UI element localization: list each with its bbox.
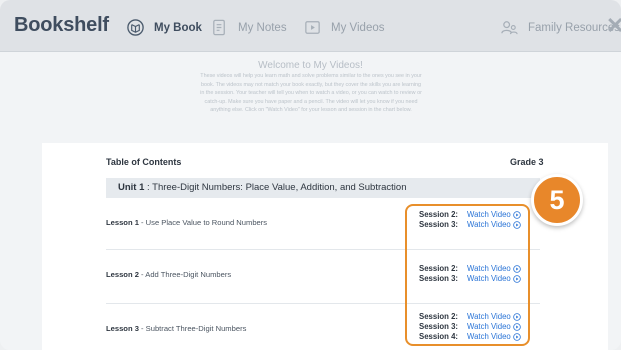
lesson-label: Lesson 3 bbox=[106, 324, 139, 333]
nav-my-videos[interactable]: My Videos bbox=[303, 18, 384, 37]
app-window: Bookshelf My Book My Notes My Videos Fam… bbox=[0, 0, 621, 350]
intro-text: These videos will help you learn math an… bbox=[200, 73, 422, 114]
nav-family-resources[interactable]: Family Resources bbox=[500, 18, 620, 37]
unit-label: Unit 1 bbox=[118, 182, 145, 193]
notes-icon bbox=[210, 18, 229, 37]
close-icon[interactable]: ✕ bbox=[606, 13, 621, 39]
nav-my-videos-label: My Videos bbox=[331, 21, 385, 34]
app-title: Bookshelf bbox=[14, 14, 109, 36]
intro-title: Welcome to My Videos! bbox=[258, 60, 363, 71]
top-navigation: Bookshelf My Book My Notes My Videos Fam… bbox=[0, 0, 621, 52]
lesson-title: - Add Three-Digit Numbers bbox=[138, 270, 232, 279]
unit-header: Unit 1 : Three-Digit Numbers: Place Valu… bbox=[106, 178, 540, 198]
lesson-row-1: Lesson 1 - Use Place Value to Round Numb… bbox=[106, 218, 267, 227]
unit-title: : Three-Digit Numbers: Place Value, Addi… bbox=[144, 182, 407, 193]
lesson-label: Lesson 1 bbox=[106, 218, 139, 227]
book-icon bbox=[126, 18, 145, 37]
nav-my-notes-label: My Notes bbox=[238, 21, 287, 34]
lesson-label: Lesson 2 bbox=[106, 270, 139, 279]
callout-highlight-box bbox=[405, 204, 530, 346]
nav-my-notes[interactable]: My Notes bbox=[210, 18, 287, 37]
lesson-row-3: Lesson 3 - Subtract Three-Digit Numbers bbox=[106, 324, 246, 333]
nav-my-book-label: My Book bbox=[154, 21, 202, 34]
nav-my-book[interactable]: My Book bbox=[126, 18, 202, 37]
lesson-row-2: Lesson 2 - Add Three-Digit Numbers bbox=[106, 270, 231, 279]
lesson-title: - Use Place Value to Round Numbers bbox=[138, 218, 268, 227]
toc-title: Table of Contents bbox=[106, 157, 182, 167]
family-icon bbox=[500, 18, 519, 37]
grade-label: Grade 3 bbox=[510, 157, 544, 167]
lesson-title: - Subtract Three-Digit Numbers bbox=[138, 324, 247, 333]
video-icon bbox=[303, 18, 322, 37]
callout-number-badge: 5 bbox=[531, 174, 583, 226]
